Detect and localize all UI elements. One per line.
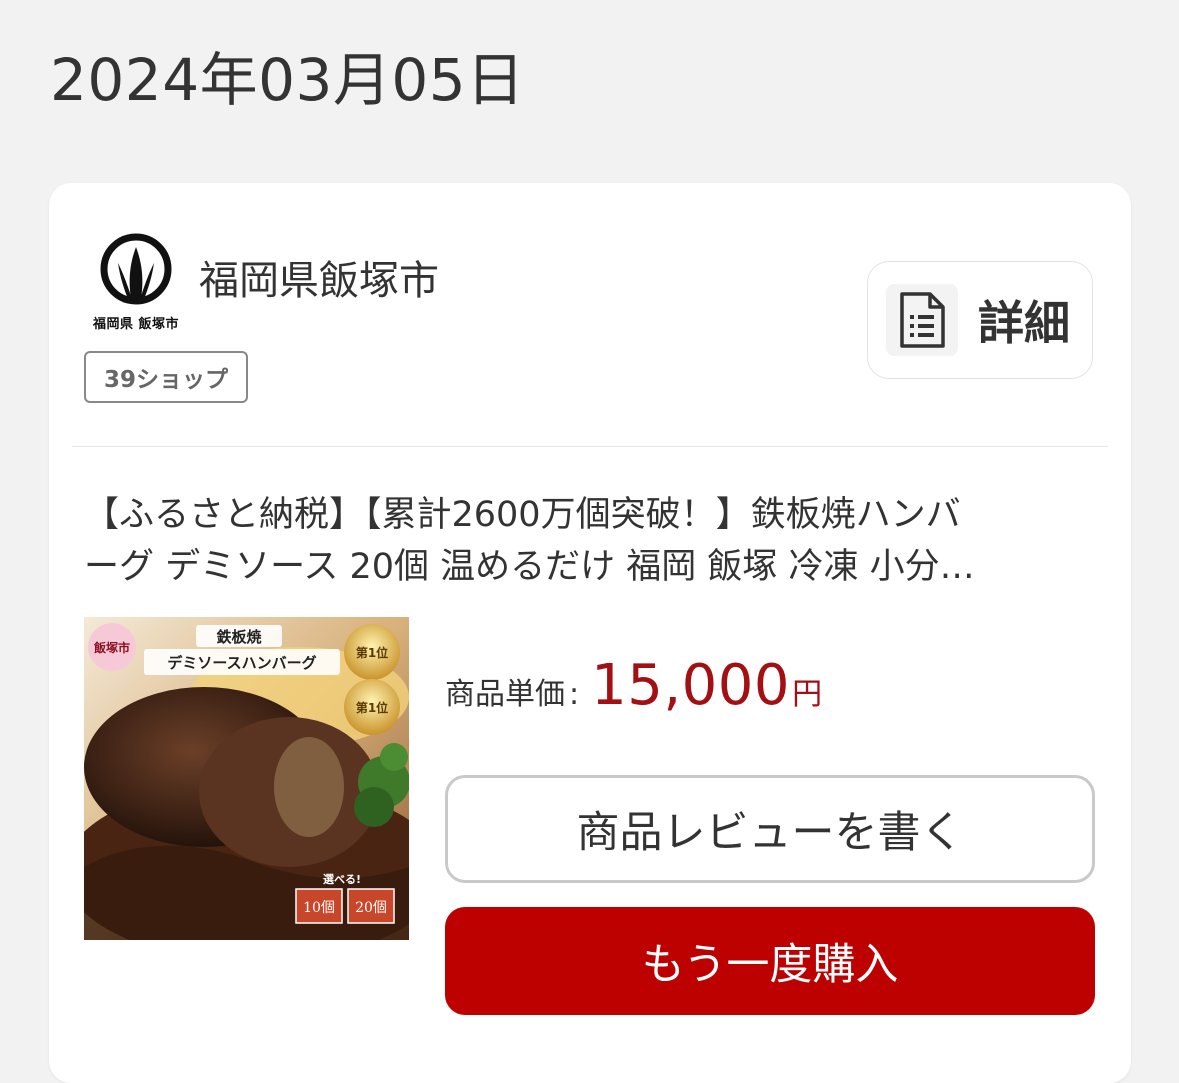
price-colon: : <box>569 677 580 712</box>
shop-logo: 福岡県 飯塚市 <box>84 233 188 333</box>
image-city-badge-text: 飯塚市 <box>93 640 130 655</box>
product-title-line1: 【ふるさと納税】【累計2600万個突破！】鉄板焼ハンバ <box>84 495 961 535</box>
product-title-line2: ーグ デミソース 20個 温めるだけ 福岡 飯塚 冷凍 小分… <box>84 547 975 587</box>
logo-caption: 福岡県 飯塚市 <box>92 317 180 332</box>
product-title[interactable]: 【ふるさと納税】【累計2600万個突破！】鉄板焼ハンバ ーグ デミソース 20個… <box>84 489 1094 593</box>
image-award-2: 第1位 <box>356 700 388 715</box>
document-icon <box>886 284 958 356</box>
image-award-1: 第1位 <box>356 645 388 660</box>
order-date: 2024年03月05日 <box>50 46 525 114</box>
detail-button[interactable]: 詳細 <box>867 261 1093 379</box>
price-label: 商品単価 <box>445 677 565 712</box>
divider <box>72 446 1108 447</box>
order-card: 福岡県 飯塚市 福岡県飯塚市 39ショップ 詳細 【ふるさと納税】【累計2600… <box>49 183 1131 1083</box>
image-heading-main: デミソースハンバーグ <box>167 654 316 672</box>
image-choose-label: 選べる! <box>323 873 361 886</box>
price-unit: 円 <box>792 677 823 712</box>
shop-badge: 39ショップ <box>84 351 248 403</box>
image-heading-top: 鉄板焼 <box>216 628 261 646</box>
image-option-10: 10個 <box>303 900 335 916</box>
price-row: 商品単価 : 15,000 円 <box>445 653 822 723</box>
image-option-20: 20個 <box>355 900 387 916</box>
detail-button-label: 詳細 <box>978 296 1070 350</box>
shop-name[interactable]: 福岡県飯塚市 <box>199 255 439 307</box>
buy-again-button[interactable]: もう一度購入 <box>445 907 1095 1015</box>
write-review-button[interactable]: 商品レビューを書く <box>445 775 1095 883</box>
product-image[interactable]: 飯塚市 鉄板焼 デミソースハンバーグ 第1位 第1位 選べる! 10個 20個 <box>84 617 409 940</box>
price-value: 15,000 <box>591 653 791 718</box>
